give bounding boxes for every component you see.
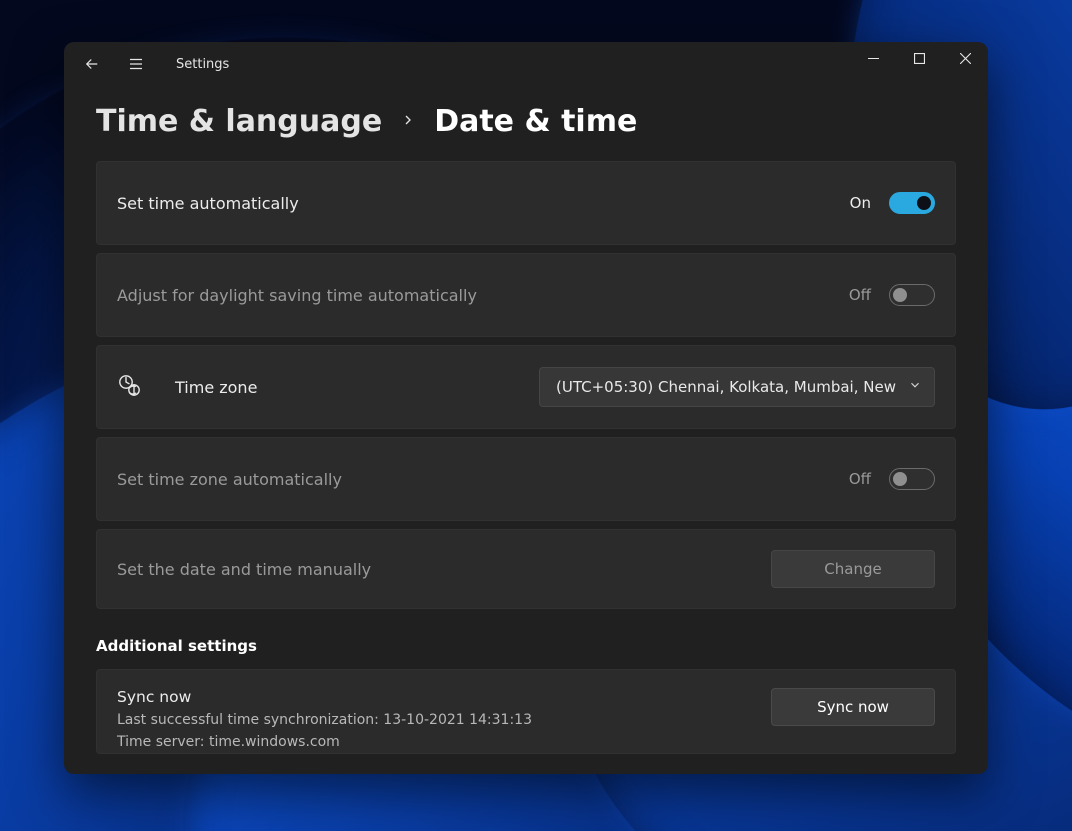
row-label: Set time automatically (117, 194, 299, 213)
row-label: Adjust for daylight saving time automati… (117, 286, 477, 305)
row-adjust-dst: Adjust for daylight saving time automati… (96, 253, 956, 337)
globe-clock-icon (117, 373, 141, 401)
titlebar: Settings (64, 42, 988, 86)
window-maximize-button[interactable] (896, 42, 942, 74)
toggle-set-time-automatically[interactable] (889, 192, 935, 214)
row-set-manually: Set the date and time manually Change (96, 529, 956, 609)
row-sync-now: Sync now Last successful time synchroniz… (96, 669, 956, 754)
toggle-set-time-zone-automatically[interactable] (889, 468, 935, 490)
sync-last-sync: Last successful time synchronization: 13… (117, 710, 532, 732)
sync-title: Sync now (117, 688, 532, 706)
window-close-button[interactable] (942, 42, 988, 74)
window-title: Settings (176, 57, 229, 72)
breadcrumb-parent[interactable]: Time & language (96, 104, 382, 139)
window-minimize-button[interactable] (850, 42, 896, 74)
settings-window: Settings Time & language Date & time (64, 42, 988, 774)
toggle-adjust-dst[interactable] (889, 284, 935, 306)
chevron-down-icon (908, 378, 922, 396)
breadcrumb: Time & language Date & time (96, 104, 956, 139)
row-label: Set the date and time manually (117, 560, 371, 579)
hamburger-menu-icon[interactable] (114, 42, 158, 86)
sync-now-button[interactable]: Sync now (771, 688, 935, 726)
time-zone-dropdown[interactable]: (UTC+05:30) Chennai, Kolkata, Mumbai, Ne… (539, 367, 935, 407)
dropdown-value: (UTC+05:30) Chennai, Kolkata, Mumbai, Ne… (556, 378, 896, 396)
row-time-zone: Time zone (UTC+05:30) Chennai, Kolkata, … (96, 345, 956, 429)
row-label: Time zone (175, 378, 257, 397)
chevron-right-icon (400, 112, 416, 132)
row-label: Set time zone automatically (117, 470, 342, 489)
section-heading-additional: Additional settings (96, 637, 956, 655)
page-title: Date & time (434, 104, 637, 139)
sync-server: Time server: time.windows.com (117, 732, 532, 754)
row-set-time-zone-automatically: Set time zone automatically Off (96, 437, 956, 521)
toggle-state-label: On (850, 194, 871, 212)
toggle-state-label: Off (849, 286, 871, 304)
row-set-time-automatically: Set time automatically On (96, 161, 956, 245)
toggle-state-label: Off (849, 470, 871, 488)
back-button[interactable] (70, 42, 114, 86)
change-button[interactable]: Change (771, 550, 935, 588)
